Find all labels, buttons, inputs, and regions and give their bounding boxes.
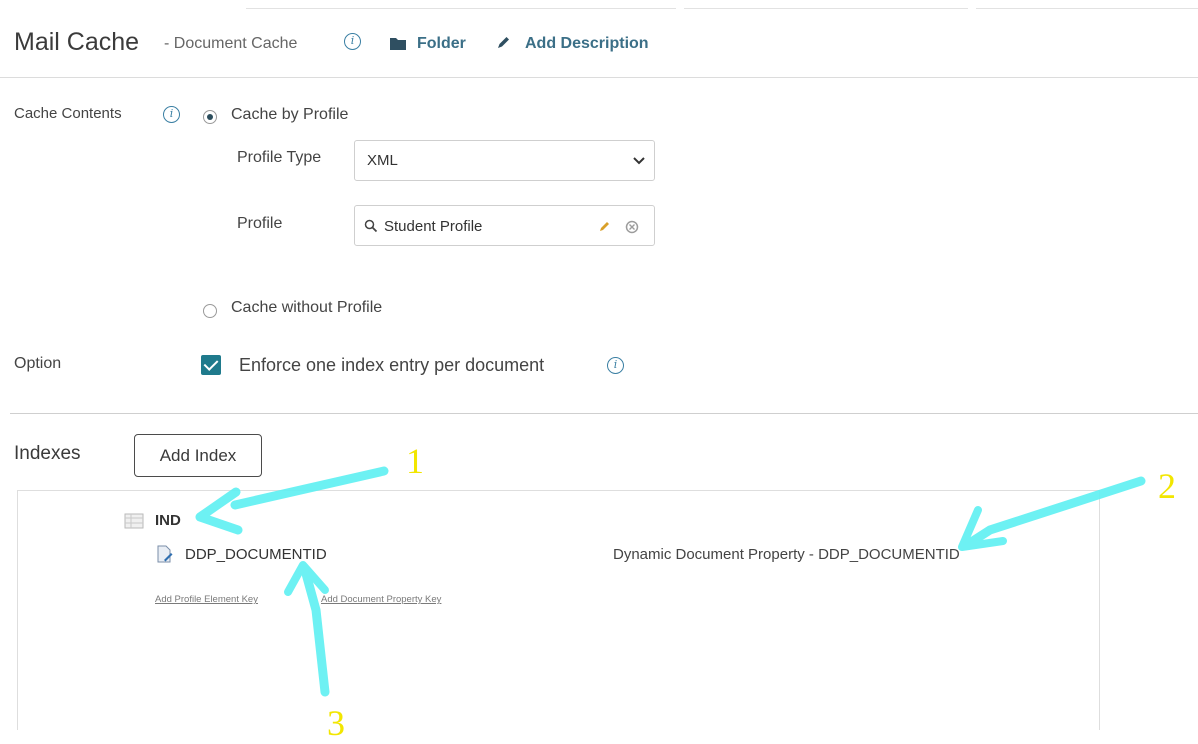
cache-without-profile-label: Cache without Profile — [231, 299, 383, 316]
pencil-icon — [498, 37, 509, 48]
add-index-button[interactable]: Add Index — [134, 434, 262, 477]
top-tab-line — [976, 8, 1198, 9]
profile-type-label: Profile Type — [237, 149, 322, 166]
profile-type-select[interactable]: XML — [354, 140, 655, 181]
chevron-down-icon — [633, 157, 645, 165]
header-divider — [0, 77, 1198, 78]
indexes-label: Indexes — [14, 443, 81, 464]
clear-icon[interactable] — [625, 220, 639, 234]
folder-icon — [390, 38, 406, 50]
info-icon[interactable]: i — [607, 357, 624, 374]
section-divider — [10, 413, 1198, 414]
search-icon — [364, 219, 378, 233]
info-icon[interactable]: i — [344, 33, 361, 50]
profile-field[interactable]: Student Profile — [354, 205, 655, 246]
add-document-property-key-link[interactable]: Add Document Property Key — [321, 594, 441, 605]
profile-type-value: XML — [367, 152, 398, 169]
option-label: Option — [14, 355, 62, 372]
top-tab-line — [684, 8, 968, 9]
index-name[interactable]: IND — [155, 512, 181, 529]
enforce-index-label: Enforce one index entry per document — [239, 355, 545, 375]
key-name[interactable]: DDP_DOCUMENTID — [185, 546, 327, 563]
key-description: Dynamic Document Property - DDP_DOCUMENT… — [613, 546, 960, 563]
top-tab-line — [246, 8, 676, 9]
index-table-icon — [124, 513, 144, 529]
document-key-icon — [157, 545, 173, 563]
enforce-index-checkbox[interactable] — [201, 355, 221, 375]
annotation-label-3: 3 — [327, 703, 345, 743]
annotation-label-1: 1 — [406, 441, 424, 481]
folder-link-label: Folder — [417, 35, 466, 52]
add-description-label: Add Description — [525, 35, 649, 52]
cache-by-profile-label: Cache by Profile — [231, 106, 349, 123]
page-subtitle: - Document Cache — [164, 35, 298, 52]
add-profile-element-key-link[interactable]: Add Profile Element Key — [155, 594, 258, 605]
edit-icon[interactable] — [598, 219, 612, 233]
profile-value: Student Profile — [384, 218, 483, 235]
cache-without-profile-radio[interactable] — [203, 304, 217, 318]
info-icon[interactable]: i — [163, 106, 180, 123]
page-title: Mail Cache — [14, 28, 140, 56]
profile-label: Profile — [237, 215, 283, 232]
annotation-label-2: 2 — [1158, 466, 1176, 506]
cache-contents-label: Cache Contents — [14, 105, 122, 122]
cache-by-profile-radio[interactable] — [203, 110, 217, 124]
